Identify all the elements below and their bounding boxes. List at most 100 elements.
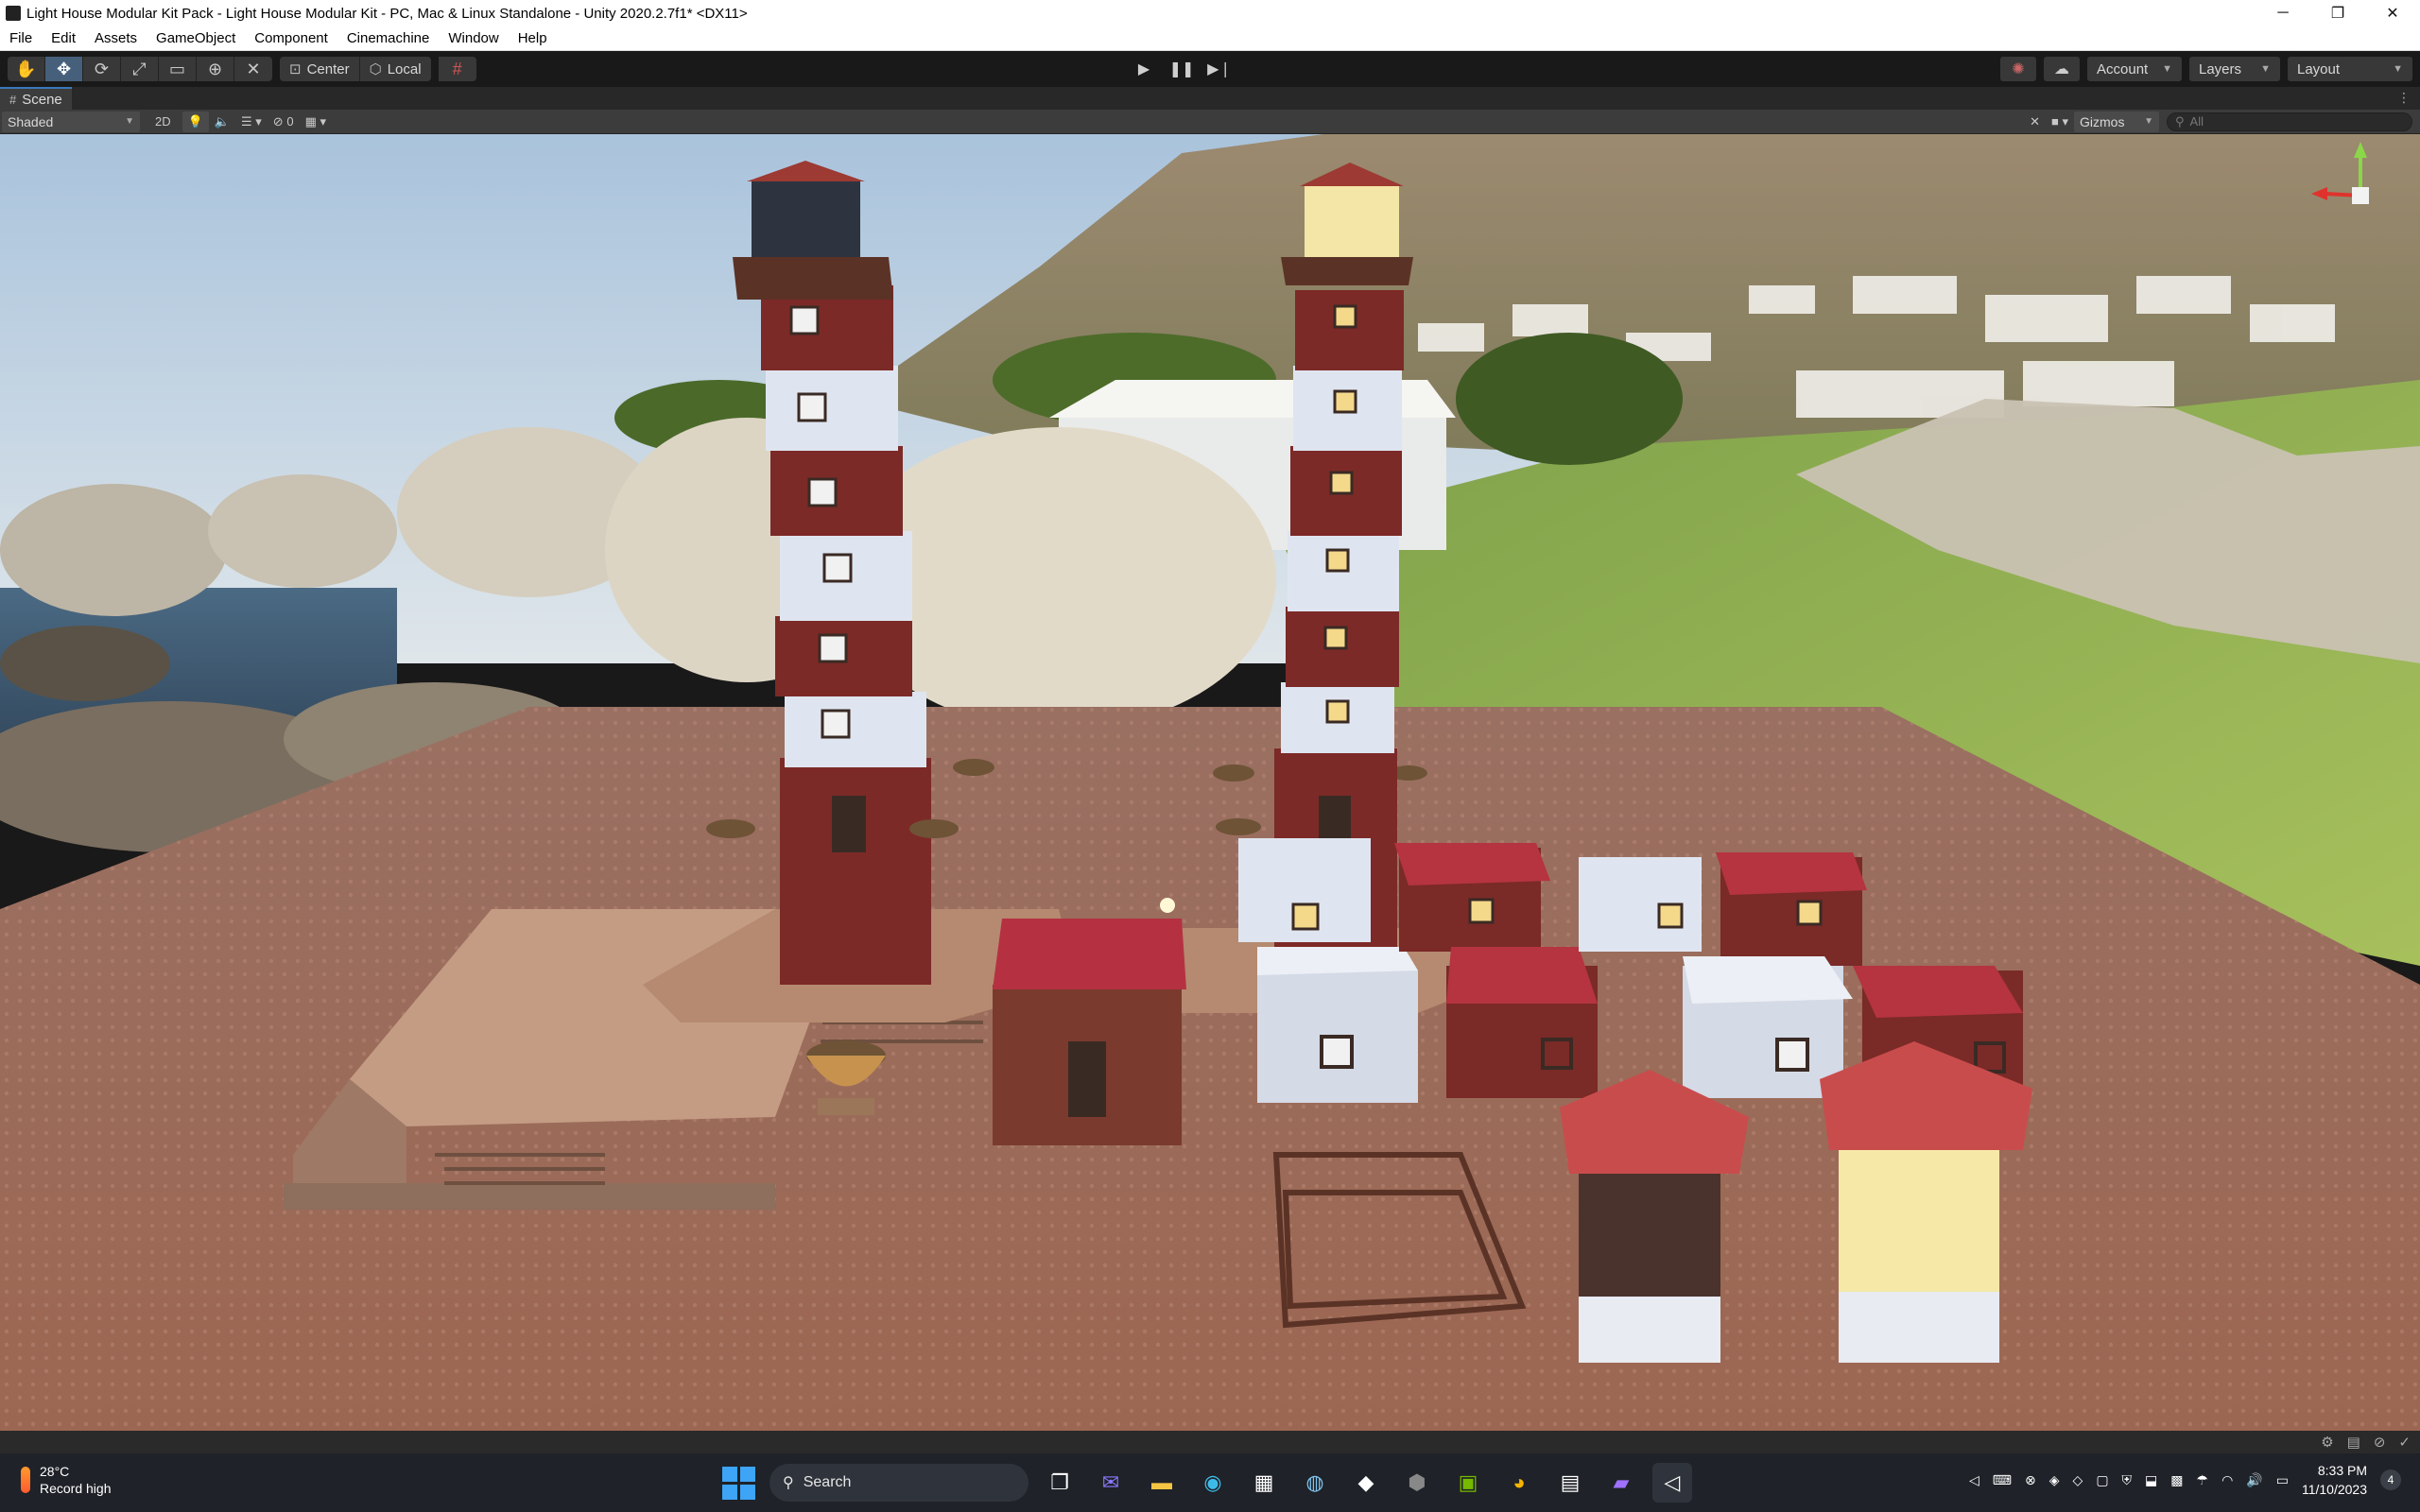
nvidia-icon[interactable]: ▣: [1448, 1463, 1488, 1503]
menu-assets[interactable]: Assets: [85, 30, 147, 46]
edge-browser-icon[interactable]: ◉: [1193, 1463, 1233, 1503]
temperature: 28°C: [40, 1464, 70, 1479]
red-house-door: [993, 919, 1186, 1145]
tray-app-icon[interactable]: ⬓: [2145, 1472, 2157, 1488]
layout-dropdown[interactable]: Layout ▼: [2288, 57, 2412, 81]
pivot-center-toggle[interactable]: ⊡ Center: [280, 57, 360, 81]
editor-status-bar: ⚙ ▤ ⊘ ✓: [0, 1431, 2420, 1453]
cube-icon: ⬡: [369, 61, 382, 77]
battery-icon[interactable]: ▭: [2276, 1472, 2289, 1488]
tab-scene[interactable]: # Scene: [0, 87, 72, 110]
windows-start-icon[interactable]: [718, 1463, 758, 1503]
maximize-button[interactable]: ❐: [2310, 0, 2365, 26]
rotate-tool-icon[interactable]: ⟳: [83, 57, 121, 81]
camera-icon[interactable]: ■ ▾: [2046, 112, 2074, 132]
alien-app-icon[interactable]: ◆: [1346, 1463, 1386, 1503]
cloud-icon[interactable]: ☁: [2044, 57, 2080, 81]
effects-toggle-icon[interactable]: ☰ ▾: [235, 112, 268, 132]
main-toolbar: ✋ ✥ ⟳ ⤢ ▭ ⊕ ✕ ⊡ Center ⬡ Local # ▶ ❚❚ ▶❘…: [0, 51, 2420, 87]
gizmos-dropdown[interactable]: Gizmos ▼: [2074, 111, 2159, 132]
window-title: Light House Modular Kit Pack - Light Hou…: [26, 5, 748, 22]
snap-group: #: [438, 57, 476, 81]
store-icon[interactable]: ▦: [1244, 1463, 1284, 1503]
pause-icon[interactable]: ❚❚: [1163, 57, 1201, 81]
scene-tab-label: Scene: [22, 91, 62, 108]
play-icon[interactable]: ▶: [1125, 57, 1163, 81]
custom-tool-icon[interactable]: ✕: [234, 57, 272, 81]
menu-edit[interactable]: Edit: [42, 30, 85, 46]
menu-gameobject[interactable]: GameObject: [147, 30, 245, 46]
tray-app-icon[interactable]: ⛨: [2122, 1472, 2133, 1488]
tray-app-icon[interactable]: ◈: [2049, 1472, 2060, 1488]
collab-icon[interactable]: ✺: [2000, 57, 2036, 81]
volume-icon[interactable]: 🔊: [2246, 1472, 2262, 1488]
audio-toggle-icon[interactable]: 🔈: [209, 112, 235, 132]
tray-app-icon[interactable]: ☂: [2197, 1472, 2209, 1488]
file-explorer-icon[interactable]: ▬: [1142, 1463, 1182, 1503]
task-view-icon[interactable]: ❐: [1040, 1463, 1080, 1503]
taskbar-search-label: Search: [803, 1474, 852, 1490]
scene-render[interactable]: [0, 134, 2420, 1431]
menu-window[interactable]: Window: [439, 30, 508, 46]
tray-app-icon[interactable]: ▢: [2096, 1472, 2108, 1488]
tray-app-icon[interactable]: ◇: [2073, 1472, 2083, 1488]
transform-tool-icon[interactable]: ⊕: [197, 57, 234, 81]
layout-label: Layout: [2297, 60, 2341, 77]
draw-mode-label: Shaded: [8, 113, 54, 129]
system-tray: ◁ ⌨ ⊗ ◈ ◇ ▢ ⛨ ⬓ ▩ ☂ ◠ 🔊 ▭ 8:33 PM 11/10/…: [1969, 1461, 2401, 1499]
debug-icon[interactable]: ⚙: [2321, 1434, 2333, 1451]
chrome-icon[interactable]: ◕: [1499, 1463, 1539, 1503]
tray-overflow-icon[interactable]: ◁: [1969, 1472, 1979, 1488]
chat-icon[interactable]: ✉: [1091, 1463, 1131, 1503]
layers-dropdown[interactable]: Layers ▼: [2189, 57, 2280, 81]
menu-file[interactable]: File: [0, 30, 42, 46]
space-label: Local: [387, 60, 422, 77]
light-gizmo-icon[interactable]: [1160, 898, 1175, 913]
scene-viewport[interactable]: [0, 134, 2420, 1431]
more-options-icon[interactable]: ⋮: [2397, 90, 2411, 106]
tray-app-icon[interactable]: ▩: [2170, 1472, 2183, 1488]
step-icon[interactable]: ▶❘: [1201, 57, 1238, 81]
notes-app-icon[interactable]: ▤: [1550, 1463, 1590, 1503]
scene-tab-bar: # Scene ⋮: [0, 87, 2420, 110]
input-method-icon[interactable]: ⌨: [1993, 1472, 2012, 1488]
rect-tool-icon[interactable]: ▭: [159, 57, 197, 81]
xbox-icon[interactable]: ⊗: [2025, 1472, 2036, 1488]
toggle-2d-button[interactable]: 2D: [149, 112, 177, 132]
scale-tool-icon[interactable]: ⤢: [121, 57, 159, 81]
game-app-icon[interactable]: ⬢: [1397, 1463, 1437, 1503]
draw-mode-dropdown[interactable]: Shaded ▼: [2, 111, 140, 132]
scene-search-input[interactable]: ⚲ All: [2167, 112, 2412, 131]
notification-badge[interactable]: 4: [2380, 1469, 2401, 1490]
lantern-top-dark: [1560, 1070, 1749, 1363]
grid-snap-icon[interactable]: #: [438, 57, 476, 81]
move-tool-icon[interactable]: ✥: [45, 57, 83, 81]
taskbar-search[interactable]: ⚲ Search: [769, 1464, 1028, 1502]
clock[interactable]: 8:33 PM 11/10/2023: [2302, 1461, 2367, 1499]
web-app-icon[interactable]: ◍: [1295, 1463, 1335, 1503]
pivot-local-toggle[interactable]: ⬡ Local: [359, 57, 431, 81]
hidden-objects-toggle[interactable]: ⊘ 0: [268, 112, 300, 132]
unity-taskbar-icon[interactable]: ◁: [1652, 1463, 1692, 1503]
menu-help[interactable]: Help: [509, 30, 557, 46]
progress-icon[interactable]: ▤: [2347, 1434, 2360, 1451]
pivot-label: Center: [306, 60, 350, 77]
weather-widget[interactable]: 28°C Record high: [21, 1463, 112, 1497]
account-dropdown[interactable]: Account ▼: [2087, 57, 2182, 81]
taskbar-apps: ⚲ Search ❐ ✉ ▬ ◉ ▦ ◍ ◆ ⬢ ▣ ◕ ▤ ▰ ◁: [718, 1463, 1692, 1503]
hand-tool-icon[interactable]: ✋: [8, 57, 45, 81]
minimize-button[interactable]: ─: [2256, 0, 2310, 26]
lighting-toggle-icon[interactable]: 💡: [182, 111, 209, 132]
tools-icon[interactable]: ✕: [2024, 112, 2046, 132]
menu-cinemachine[interactable]: Cinemachine: [337, 30, 440, 46]
wifi-icon[interactable]: ◠: [2221, 1472, 2233, 1488]
play-controls: ▶ ❚❚ ▶❘: [1125, 57, 1238, 81]
weather-text: Record high: [40, 1481, 112, 1496]
menu-component[interactable]: Component: [245, 30, 337, 46]
grid-toggle-icon[interactable]: ▦ ▾: [300, 112, 332, 132]
check-icon[interactable]: ✓: [2398, 1434, 2411, 1451]
clipchamp-icon[interactable]: ▰: [1601, 1463, 1641, 1503]
scene-search-placeholder: All: [2189, 114, 2204, 129]
collab-status-icon[interactable]: ⊘: [2374, 1434, 2386, 1451]
close-button[interactable]: ✕: [2365, 0, 2420, 26]
